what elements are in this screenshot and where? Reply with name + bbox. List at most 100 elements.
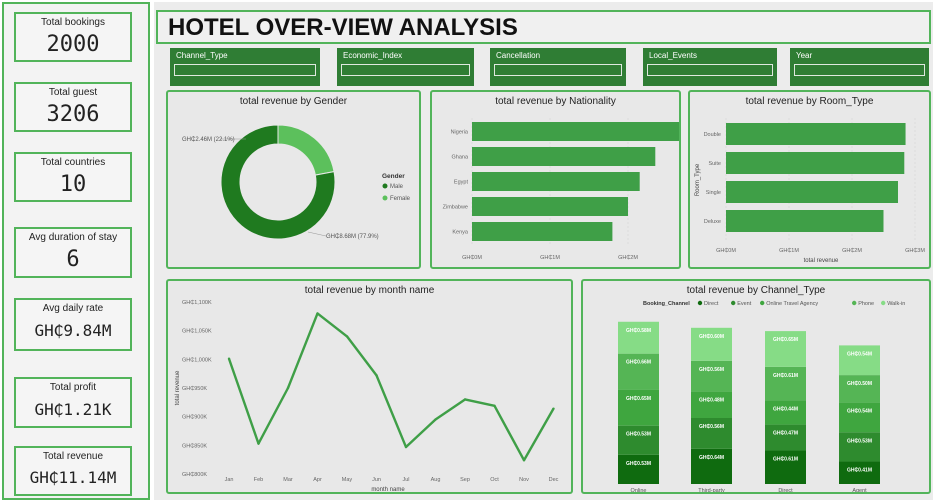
kpi-total-revenue: Total revenue GH₵11.14M [14, 446, 132, 496]
data-label: GH₵0.54M [847, 351, 872, 357]
legend-marker [760, 300, 765, 306]
slicer-label: Cancellation [496, 51, 541, 60]
stack-segment [765, 400, 806, 425]
x-axis-label: month name [371, 487, 405, 492]
slicer-label: Channel_Type [176, 51, 228, 60]
legend-title: Booking_Channel [643, 301, 690, 307]
data-label: GH₵0.53M [847, 438, 872, 444]
slicer-label: Economic_Index [343, 51, 403, 60]
nationality-bar-svg: GH₵0M GH₵1M GH₵2M Nigeria Ghana Egypt Zimbabwe… [443, 118, 679, 261]
x-tick-label: Online [631, 488, 647, 492]
kpi-avg-duration: Avg duration of stay 6 [14, 227, 132, 278]
y-tick-label: Nigeria [451, 130, 469, 136]
legend-item: Online Travel Agency [766, 301, 818, 307]
legend-item: Male [390, 184, 404, 190]
legend-marker [382, 183, 388, 189]
y-tick-label: GH₵1,050K [182, 328, 212, 335]
room-type-bar-svg: GH₵0M GH₵1M GH₵2M GH₵3M Double Suite Single Del… [695, 118, 925, 264]
y-tick-label: GH₵950K [182, 385, 207, 392]
page-title: HOTEL OVER-VIEW ANALYSIS [168, 14, 518, 41]
x-tick-label: GH₵1M [779, 247, 799, 254]
x-tick-label: GH₵2M [842, 247, 862, 254]
bar-single [726, 181, 898, 203]
bar-double [726, 123, 906, 145]
kpi-value: 10 [59, 172, 87, 197]
slicer-dropdown[interactable] [794, 64, 925, 76]
stack-segment [765, 424, 806, 451]
x-tick-label: May [342, 477, 353, 483]
line-point [493, 404, 496, 407]
kpi-total-countries: Total countries 10 [14, 152, 132, 202]
month-line-svg: GH₵1,100K GH₵1,050K GH₵1,000K GH₵950K GH₵900… [175, 299, 559, 492]
y-tick-label: Double [704, 132, 721, 138]
data-label: GH₵0.65M [626, 396, 651, 402]
line-point [404, 445, 408, 449]
slicer-dropdown[interactable] [341, 64, 470, 76]
kpi-label: Avg duration of stay [28, 232, 118, 243]
y-tick-label: Deluxe [704, 219, 721, 225]
slicer-dropdown[interactable] [647, 64, 773, 76]
x-tick-label: Agent [852, 488, 867, 492]
stack-segment [691, 391, 732, 418]
slicer-cancellation[interactable]: Cancellation [490, 48, 626, 86]
slicer-label: Local_Events [649, 51, 698, 60]
kpi-label: Total profit [49, 382, 97, 393]
x-axis-label: total revenue [804, 258, 839, 264]
x-tick-label: Feb [254, 477, 263, 483]
x-tick-label: GH₵1M [540, 254, 560, 261]
slice-label-female: GH₵2.46M (22.1%) [182, 136, 235, 143]
nationality-revenue-chart: total revenue by Nationality GH₵0M GH₵1M G… [430, 90, 681, 269]
y-tick-label: Zimbabwe [443, 205, 468, 211]
stack-segment [839, 432, 880, 462]
kpi-value: 2000 [46, 32, 100, 57]
data-label: GH₵0.53M [626, 432, 651, 438]
x-tick-label: Jun [372, 477, 381, 483]
stack-segment [839, 375, 880, 403]
revenue-line [227, 312, 555, 462]
kpi-value: GH₵11.14M [29, 468, 117, 487]
stack-segment [691, 360, 732, 392]
month-revenue-chart: total revenue by month name GH₵1,100K GH₵… [166, 279, 573, 494]
legend-item: Direct [704, 301, 719, 307]
kpi-label: Total guest [48, 87, 98, 98]
x-tick-label: Oct [490, 477, 499, 483]
y-tick-label: Kenya [452, 230, 469, 236]
x-tick-label: GH₵3M [905, 247, 925, 254]
y-tick-label: GH₵800K [182, 471, 207, 478]
kpi-label: Total revenue [42, 451, 104, 462]
y-tick-label: Single [706, 190, 721, 196]
x-tick-label: Aug [431, 477, 441, 483]
x-tick-label: Nov [519, 477, 529, 483]
data-label: GH₵0.65M [773, 337, 798, 343]
bar-zimbabwe [472, 197, 628, 216]
x-tick-label: Jan [225, 477, 234, 483]
data-label: GH₵0.61M [773, 456, 798, 462]
stack-segment [691, 327, 732, 361]
line-point [434, 418, 437, 421]
stack-segment [839, 402, 880, 433]
legend-marker [382, 195, 388, 201]
bar-egypt [472, 172, 640, 191]
page-title-bar: HOTEL OVER-VIEW ANALYSIS [156, 10, 931, 44]
slicer-economic-index[interactable]: Economic_Index [337, 48, 474, 86]
stack-segment [618, 425, 659, 455]
slicer-dropdown[interactable] [174, 64, 316, 76]
slicer-dropdown[interactable] [494, 64, 622, 76]
slicer-local-events[interactable]: Local_Events [643, 48, 777, 86]
x-tick-label: Dec [549, 477, 559, 483]
slicer-channel-type[interactable]: Channel_Type [170, 48, 320, 86]
slicer-label: Year [796, 51, 813, 60]
legend-item: Phone [858, 301, 874, 307]
legend-item: Walk-in [887, 301, 905, 307]
legend-title: Gender [382, 173, 405, 180]
data-label: GH₵0.41M [847, 467, 872, 473]
slicer-year[interactable]: Year [790, 48, 929, 86]
line-point [286, 386, 290, 390]
data-label: GH₵0.56M [699, 367, 724, 373]
pie-slice-female [277, 124, 335, 176]
bar-ghana [472, 147, 656, 166]
x-tick-label: Jul [402, 477, 409, 483]
y-tick-label: Suite [708, 161, 721, 167]
data-label: GH₵0.54M [847, 409, 872, 415]
kpi-value: 6 [66, 247, 80, 272]
